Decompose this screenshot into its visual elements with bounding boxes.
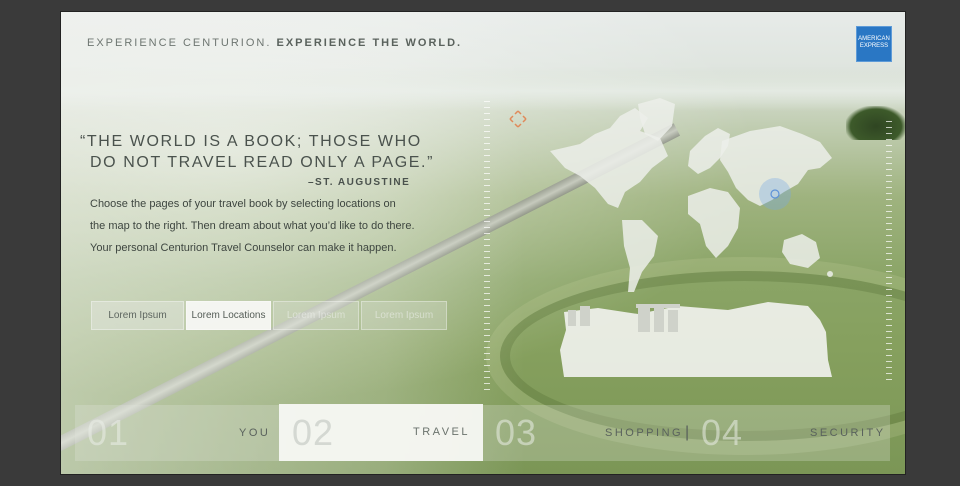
nav-number-shopping: 03 xyxy=(495,405,537,461)
amex-logo[interactable]: AMERICAN EXPRESS xyxy=(856,26,892,62)
tagline-bold: EXPERIENCE THE WORLD. xyxy=(276,37,463,49)
australia-shape xyxy=(782,234,820,268)
quote: “THE WORLD IS A BOOK; THOSE WHO DO NOT T… xyxy=(80,131,440,173)
logo-text-1: AMERICAN xyxy=(858,36,890,42)
crosshair-icon[interactable] xyxy=(507,108,529,130)
nav-item-travel[interactable]: 02 TRAVEL xyxy=(279,404,483,461)
quote-line-1: “THE WORLD IS A BOOK; THOSE WHO xyxy=(80,133,422,150)
lorem-ipsum-button-2[interactable]: Lorem Ipsum xyxy=(273,301,359,330)
nav-label-travel: TRAVEL xyxy=(413,426,470,438)
lorem-ipsum-button-1[interactable]: Lorem Ipsum xyxy=(91,301,184,330)
description: Choose the pages of your travel book by … xyxy=(90,193,450,259)
nav-label-security: SECURITY xyxy=(810,427,886,439)
trees xyxy=(846,106,906,140)
nav-number-03: 03 xyxy=(495,412,538,453)
nav-number-you: 01 xyxy=(87,405,129,461)
left-ruler xyxy=(484,101,490,391)
nav-number-security: 04 xyxy=(701,405,743,461)
quote-attribution: –ST. AUGUSTINE xyxy=(308,177,411,188)
tagline: EXPERIENCE CENTURION. EXPERIENCE THE WOR… xyxy=(87,37,462,49)
nav-number-01: 01 xyxy=(87,412,130,453)
right-ruler xyxy=(886,121,892,381)
map-marker-glow xyxy=(759,178,791,210)
lorem-ipsum-button-3[interactable]: Lorem Ipsum xyxy=(361,301,447,330)
logo-text-2: EXPRESS xyxy=(859,43,889,49)
nav-number-02: 02 xyxy=(292,412,335,453)
tagline-light: EXPERIENCE CENTURION. xyxy=(87,37,272,49)
lorem-locations-button[interactable]: Lorem Locations xyxy=(186,301,271,330)
quote-line-2: DO NOT TRAVEL READ ONLY A PAGE.” xyxy=(90,154,435,171)
nz-shape xyxy=(827,271,833,277)
nav-divider: | xyxy=(685,424,690,441)
nav-label-you: YOU xyxy=(239,427,271,439)
nav-number-04: 04 xyxy=(701,412,744,453)
hero-stage: EXPERIENCE CENTURION. EXPERIENCE THE WOR… xyxy=(60,11,906,475)
description-line-2: the map to the right. Then dream about w… xyxy=(90,220,415,232)
stonehenge-panel xyxy=(560,302,832,377)
world-map[interactable] xyxy=(540,96,840,296)
description-line-3: Your personal Centurion Travel Counselor… xyxy=(90,242,397,254)
nav-item-security[interactable]: SECURITY xyxy=(810,405,886,461)
nav-item-you[interactable]: YOU xyxy=(239,405,270,461)
nav-label-shopping: SHOPPING xyxy=(605,427,684,439)
description-line-1: Choose the pages of your travel book by … xyxy=(90,198,396,210)
south-america-shape xyxy=(622,220,658,292)
location-buttons: Lorem Ipsum Lorem Locations Lorem Ipsum … xyxy=(91,301,447,330)
nav-item-shopping[interactable]: SHOPPING xyxy=(605,405,683,461)
africa-shape xyxy=(688,188,740,258)
